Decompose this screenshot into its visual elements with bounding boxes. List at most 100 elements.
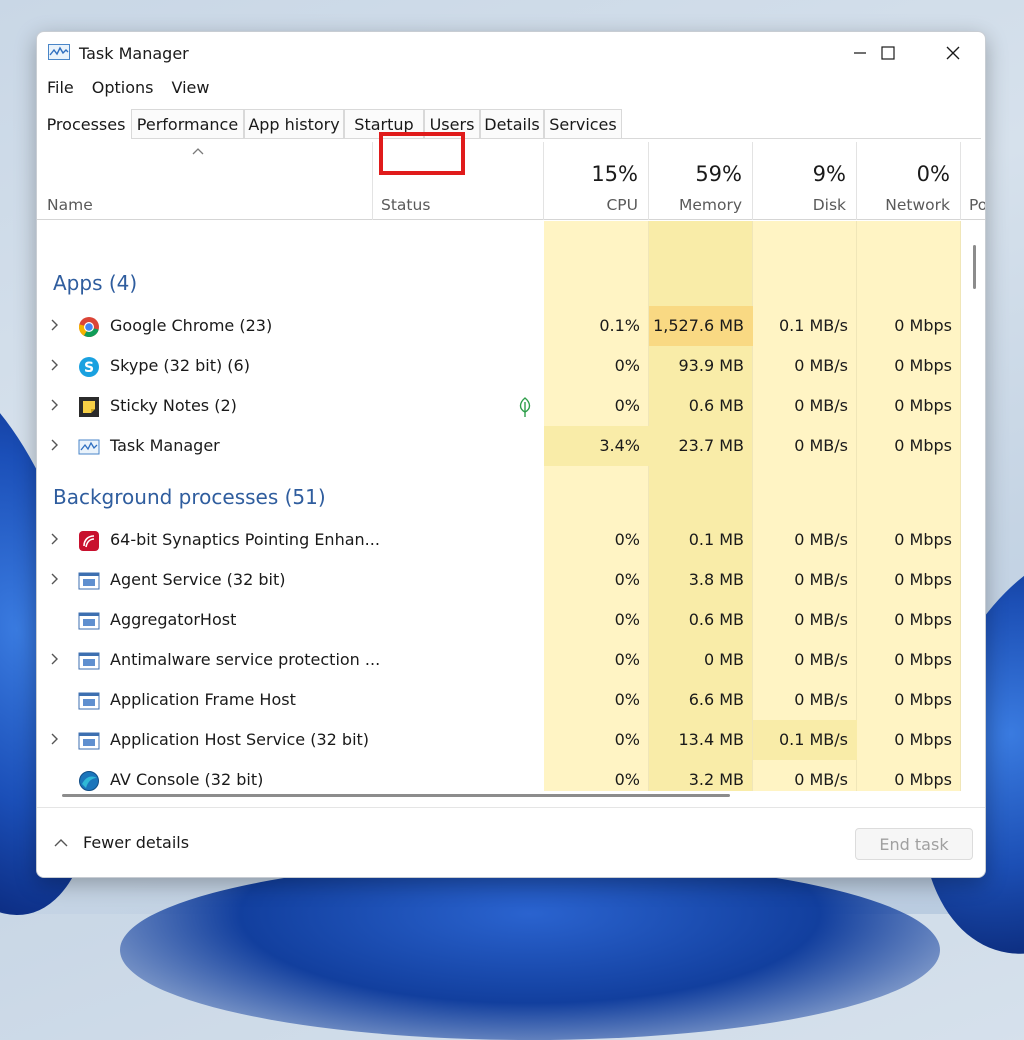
process-name: 64-bit Synaptics Pointing Enhan... [110,530,380,549]
wallpaper-swirl-bottom [120,860,940,1040]
chevron-right-icon[interactable] [49,398,61,412]
end-task-button[interactable]: End task [855,828,973,860]
process-name: Agent Service (32 bit) [110,570,286,589]
column-network[interactable]: 0% Network [857,142,961,220]
tab-users[interactable]: Users [424,109,480,139]
disk-cell: 0 MB/s [794,690,848,709]
tab-performance[interactable]: Performance [131,109,244,139]
chevron-right-icon[interactable] [49,572,61,586]
maximize-button[interactable] [865,32,911,74]
process-row[interactable]: S Skype (32 bit) (6) 0% 93.9 MB 0 MB/s 0… [37,346,962,386]
section-background-title: Background processes (51) [53,485,326,509]
network-cell: 0 Mbps [894,650,952,669]
process-row[interactable]: Application Host Service (32 bit) 0% 13.… [37,720,962,760]
process-name: Google Chrome (23) [110,316,273,335]
memory-percent: 59% [695,162,742,186]
close-button[interactable] [930,32,976,74]
cpu-percent: 15% [591,162,638,186]
process-name: Antimalware service protection ... [110,650,381,669]
column-status[interactable]: Status [373,142,544,220]
process-list: Apps (4) Google Chrome (23) 0.1% 1,527.6… [37,221,985,791]
column-name-label: Name [47,196,93,214]
process-row[interactable]: Task Manager 3.4% 23.7 MB 0 MB/s 0 Mbps [37,426,962,466]
tab-details[interactable]: Details [480,109,544,139]
memory-label: Memory [678,196,742,214]
cpu-cell: 0% [614,570,640,589]
menu-file[interactable]: File [47,78,74,100]
memory-cell: 3.2 MB [688,770,744,789]
vertical-scrollbar-thumb[interactable] [973,245,976,289]
vertical-scrollbar[interactable] [970,221,985,791]
process-row[interactable]: Antimalware service protection ... 0% 0 … [37,640,962,680]
chevron-right-icon[interactable] [49,652,61,666]
disk-percent: 9% [812,162,846,186]
tab-divider [131,138,981,139]
process-row[interactable]: Sticky Notes (2) 0% 0.6 MB 0 MB/s 0 Mbps [37,386,962,426]
process-row[interactable]: AggregatorHost 0% 0.6 MB 0 MB/s 0 Mbps [37,600,962,640]
memory-cell: 0.1 MB [688,530,744,549]
process-name: Task Manager [110,436,220,455]
cpu-cell: 0% [614,770,640,789]
process-row[interactable]: Agent Service (32 bit) 0% 3.8 MB 0 MB/s … [37,560,962,600]
memory-cell: 0.6 MB [688,610,744,629]
memory-cell: 0.6 MB [688,396,744,415]
fewer-details-label: Fewer details [83,833,190,852]
cpu-cell: 0% [614,690,640,709]
network-percent: 0% [916,162,950,186]
network-label: Network [885,196,950,214]
disk-cell: 0.1 MB/s [778,316,848,335]
disk-cell: 0 MB/s [794,436,848,455]
av-console-icon [79,771,99,791]
memory-cell: 0 MB [703,650,744,669]
disk-cell: 0 MB/s [794,356,848,375]
column-name[interactable]: Name [37,142,373,220]
disk-cell: 0 MB/s [794,396,848,415]
process-name: Sticky Notes (2) [110,396,237,415]
process-name: Application Frame Host [110,690,296,709]
chevron-right-icon[interactable] [49,532,61,546]
svg-text:S: S [84,360,94,376]
menu-bar: File Options View [47,78,227,100]
column-cpu[interactable]: 15% CPU [544,142,649,220]
chevron-right-icon[interactable] [49,358,61,372]
column-memory[interactable]: 59% Memory [649,142,753,220]
chevron-right-icon[interactable] [49,438,61,452]
menu-view[interactable]: View [172,78,210,100]
menu-options[interactable]: Options [92,78,154,100]
memory-cell: 23.7 MB [678,436,745,455]
cpu-cell: 0% [614,650,640,669]
process-row[interactable]: AV Console (32 bit) 0% 3.2 MB 0 MB/s 0 M… [37,760,962,791]
tab-strip: Processes Performance App history Startu… [41,109,981,139]
disk-label: Disk [812,196,846,214]
tab-services[interactable]: Services [544,109,622,139]
title-bar[interactable]: Task Manager [37,32,985,74]
column-power[interactable]: Po [961,142,985,220]
chevron-right-icon[interactable] [49,318,61,332]
network-cell: 0 Mbps [894,610,952,629]
task-manager-window: Task Manager File Options View Processes… [36,31,986,878]
column-disk[interactable]: 9% Disk [753,142,857,220]
leaf-icon [519,397,531,417]
cpu-cell: 0% [614,396,640,415]
network-cell: 0 Mbps [894,530,952,549]
chevron-right-icon[interactable] [49,732,61,746]
network-cell: 0 Mbps [894,316,952,335]
cpu-cell: 0% [614,730,640,749]
tab-startup[interactable]: Startup [344,109,424,139]
tab-processes[interactable]: Processes [41,109,131,139]
process-row[interactable]: Application Frame Host 0% 6.6 MB 0 MB/s … [37,680,962,720]
horizontal-scrollbar-thumb[interactable] [62,794,730,797]
process-row[interactable]: 64-bit Synaptics Pointing Enhan... 0% 0.… [37,520,962,560]
disk-cell: 0 MB/s [794,650,848,669]
process-row[interactable]: Google Chrome (23) 0.1% 1,527.6 MB 0.1 M… [37,306,962,346]
tab-app-history[interactable]: App history [244,109,344,139]
column-status-label: Status [381,196,431,214]
network-cell: 0 Mbps [894,356,952,375]
column-header: Name Status 15% CPU 59% Memory 9% Disk 0… [37,142,985,220]
memory-cell: 93.9 MB [678,356,745,375]
network-cell: 0 Mbps [894,770,952,789]
task-manager-icon [78,439,100,455]
sticky-notes-icon [79,397,99,417]
fewer-details-button[interactable]: Fewer details [53,833,189,852]
network-cell: 0 Mbps [894,690,952,709]
